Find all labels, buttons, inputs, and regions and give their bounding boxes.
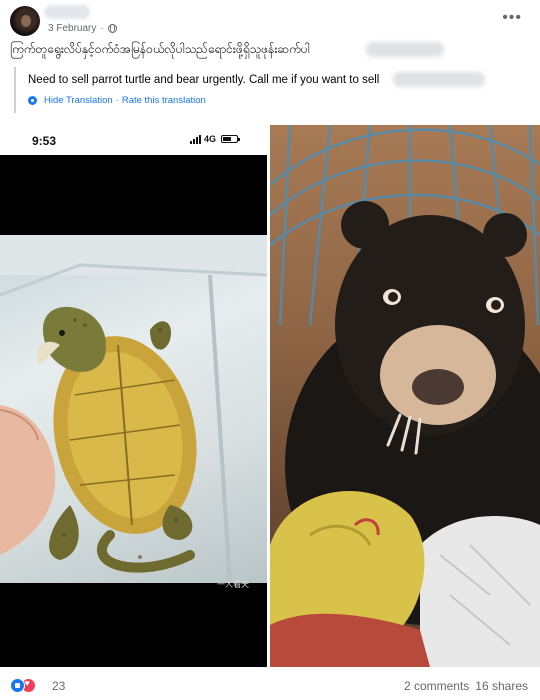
- translation-links: Hide Translation · Rate this translation: [44, 95, 206, 106]
- hide-translation-link[interactable]: Hide Translation: [44, 95, 113, 106]
- post-meta: 3 February ·: [48, 23, 117, 34]
- turtle-illustration: [0, 235, 267, 583]
- translation-gear-icon[interactable]: [28, 96, 37, 105]
- photo-watermark: 一人看天: [217, 580, 249, 589]
- status-time: 9:53: [32, 134, 57, 148]
- globe-icon[interactable]: [107, 24, 117, 33]
- turtle-photo[interactable]: 9:53 4G 一人看天: [0, 125, 267, 667]
- signal-icon: [190, 134, 201, 144]
- network-label: 4G: [204, 134, 217, 144]
- shares-count[interactable]: 16 shares: [475, 679, 528, 693]
- author-avatar[interactable]: [10, 6, 40, 36]
- battery-icon: [221, 135, 241, 143]
- post-date[interactable]: 3 February: [48, 23, 96, 34]
- phone-status-bar: 9:53 4G: [0, 125, 267, 155]
- bear-photo[interactable]: [270, 125, 540, 667]
- dot-separator: ·: [100, 23, 104, 34]
- author-name-redacted[interactable]: [44, 5, 90, 19]
- turtle-image: [0, 235, 267, 583]
- engagement-counts: 2 comments 16 shares: [404, 679, 528, 693]
- post-original-text: ကြက်တူရွေးလိပ်နှင့်ဝက်ဝံအမြန်ဝယ်လိုပါသည်…: [10, 42, 310, 56]
- translation-text: Need to sell parrot turtle and bear urge…: [28, 74, 380, 86]
- phone-number-redacted: [366, 42, 444, 57]
- reaction-count[interactable]: 23: [52, 679, 65, 693]
- status-indicators: 4G: [190, 134, 241, 144]
- link-separator: ·: [115, 95, 119, 106]
- facebook-post: 3 February · ••• ကြက်တူရွေးလိပ်နှင့်ဝက်ဝ…: [0, 0, 540, 700]
- comments-count[interactable]: 2 comments: [404, 679, 469, 693]
- bear-illustration: [270, 125, 540, 667]
- more-options-icon[interactable]: •••: [502, 10, 522, 26]
- rate-translation-link[interactable]: Rate this translation: [122, 95, 206, 106]
- like-reaction-icon: [10, 678, 25, 693]
- translation-phone-redacted: [393, 72, 485, 87]
- reactions-summary[interactable]: 23: [10, 678, 65, 693]
